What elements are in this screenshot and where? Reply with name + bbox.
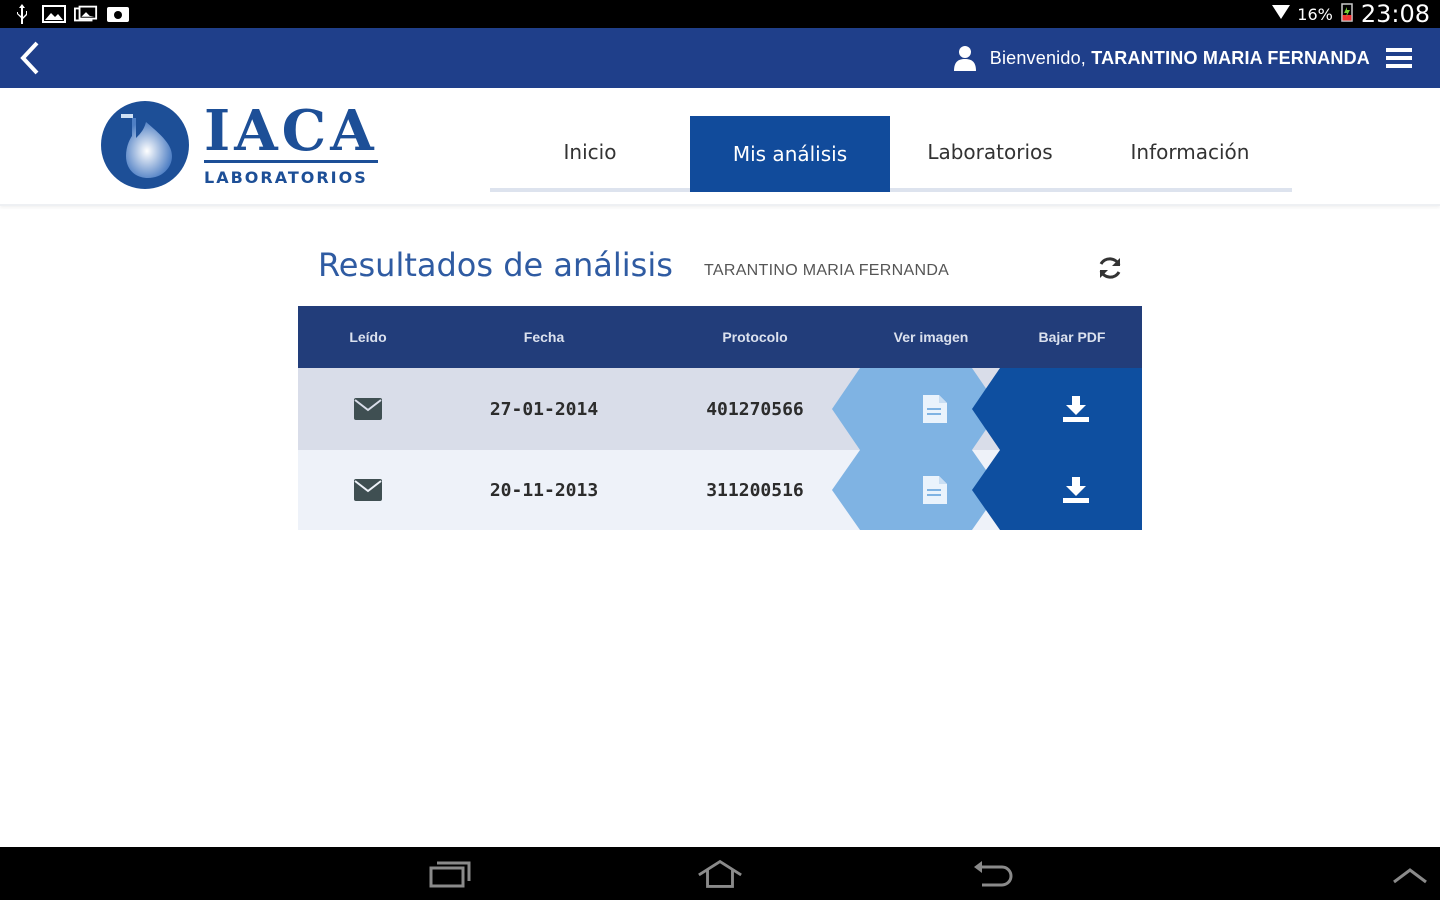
row-protocol: 401270566	[706, 398, 804, 420]
table-row[interactable]: 27-01-2014 401270566	[298, 368, 1142, 450]
column-header-fecha: Fecha	[523, 329, 565, 345]
battery-percent: 16%	[1297, 4, 1333, 24]
chevron-up-icon	[1393, 868, 1427, 884]
welcome-text: Bienvenido, TARANTINO MARIA FERNANDA	[990, 48, 1370, 69]
refresh-button[interactable]	[1094, 252, 1126, 284]
envelope-icon	[354, 398, 382, 420]
image-icon	[42, 4, 66, 24]
row-protocol: 311200516	[706, 479, 804, 501]
gallery-icon	[74, 4, 98, 24]
recent-apps-button[interactable]	[426, 857, 474, 891]
status-bar: 16% 23:08	[0, 0, 1440, 28]
column-header-protocolo: Protocolo	[722, 329, 788, 345]
home-button[interactable]	[696, 857, 744, 891]
download-pdf-button[interactable]	[1010, 450, 1142, 530]
download-icon	[1063, 477, 1089, 503]
logo-drop-icon	[101, 101, 189, 189]
results-header: Resultados de análisis TARANTINO MARIA F…	[298, 240, 1142, 306]
table-header: Leído Fecha Protocolo Ver imagen Bajar P…	[298, 306, 1142, 368]
clock: 23:08	[1360, 0, 1430, 28]
hamburger-icon	[1386, 48, 1412, 68]
battery-icon	[1339, 2, 1355, 26]
row-date: 27-01-2014	[489, 398, 599, 420]
header: IACA LABORATORIOS Inicio Mis análisis La…	[0, 88, 1440, 206]
row-date: 20-11-2013	[489, 479, 599, 501]
logo-divider	[204, 159, 378, 163]
column-header-bajar-pdf: Bajar PDF	[1038, 329, 1106, 345]
tab-inicio[interactable]: Inicio	[490, 116, 690, 188]
user-icon	[953, 46, 976, 71]
logo-subtitle: LABORATORIOS	[204, 167, 368, 187]
expand-button[interactable]	[1386, 857, 1434, 891]
column-header-leido: Leído	[349, 329, 387, 345]
read-status	[298, 368, 438, 450]
user-area: Bienvenido, TARANTINO MARIA FERNANDA	[953, 43, 1440, 73]
menu-button[interactable]	[1384, 43, 1414, 73]
recent-apps-icon	[429, 861, 471, 888]
tab-laboratorios[interactable]: Laboratorios	[890, 116, 1090, 188]
document-icon	[923, 395, 947, 423]
logo-title: IACA	[204, 97, 378, 164]
welcome-prefix: Bienvenido,	[989, 47, 1087, 68]
status-system: 16% 23:08	[1271, 0, 1430, 28]
column-header-ver-imagen: Ver imagen	[893, 329, 969, 345]
download-pdf-button[interactable]	[1010, 368, 1142, 450]
refresh-icon	[1099, 257, 1121, 279]
results-table: Leído Fecha Protocolo Ver imagen Bajar P…	[298, 306, 1142, 530]
chevron-left-icon	[20, 41, 39, 75]
tab-informacion[interactable]: Información	[1090, 116, 1290, 188]
back-nav-button[interactable]	[968, 857, 1016, 891]
read-status	[298, 450, 438, 530]
status-notifications	[10, 4, 130, 24]
app-bar: Bienvenido, TARANTINO MARIA FERNANDA	[0, 28, 1440, 88]
usb-icon	[10, 4, 34, 24]
logo-text: IACA LABORATORIOS	[204, 97, 378, 187]
results-panel: Resultados de análisis TARANTINO MARIA F…	[298, 240, 1142, 530]
wifi-icon	[1271, 3, 1291, 25]
envelope-icon	[354, 479, 382, 501]
back-button[interactable]	[0, 28, 60, 88]
view-image-button[interactable]	[870, 450, 1000, 530]
view-image-button[interactable]	[870, 368, 1000, 450]
photo-icon	[106, 4, 130, 24]
document-icon	[923, 476, 947, 504]
nav-tabs: Inicio Mis análisis Laboratorios Informa…	[490, 116, 1292, 192]
results-title: Resultados de análisis	[318, 246, 673, 284]
system-nav-bar	[0, 847, 1440, 900]
download-icon	[1063, 396, 1089, 422]
results-user-name: TARANTINO MARIA FERNANDA	[704, 262, 950, 279]
table-row[interactable]: 20-11-2013 311200516	[298, 450, 1142, 530]
home-icon	[698, 859, 742, 888]
welcome-user-name: TARANTINO MARIA FERNANDA	[1091, 47, 1370, 68]
tab-mis-analisis[interactable]: Mis análisis	[690, 116, 890, 192]
back-arrow-icon	[974, 861, 1013, 887]
iaca-logo[interactable]: IACA LABORATORIOS	[100, 100, 378, 190]
